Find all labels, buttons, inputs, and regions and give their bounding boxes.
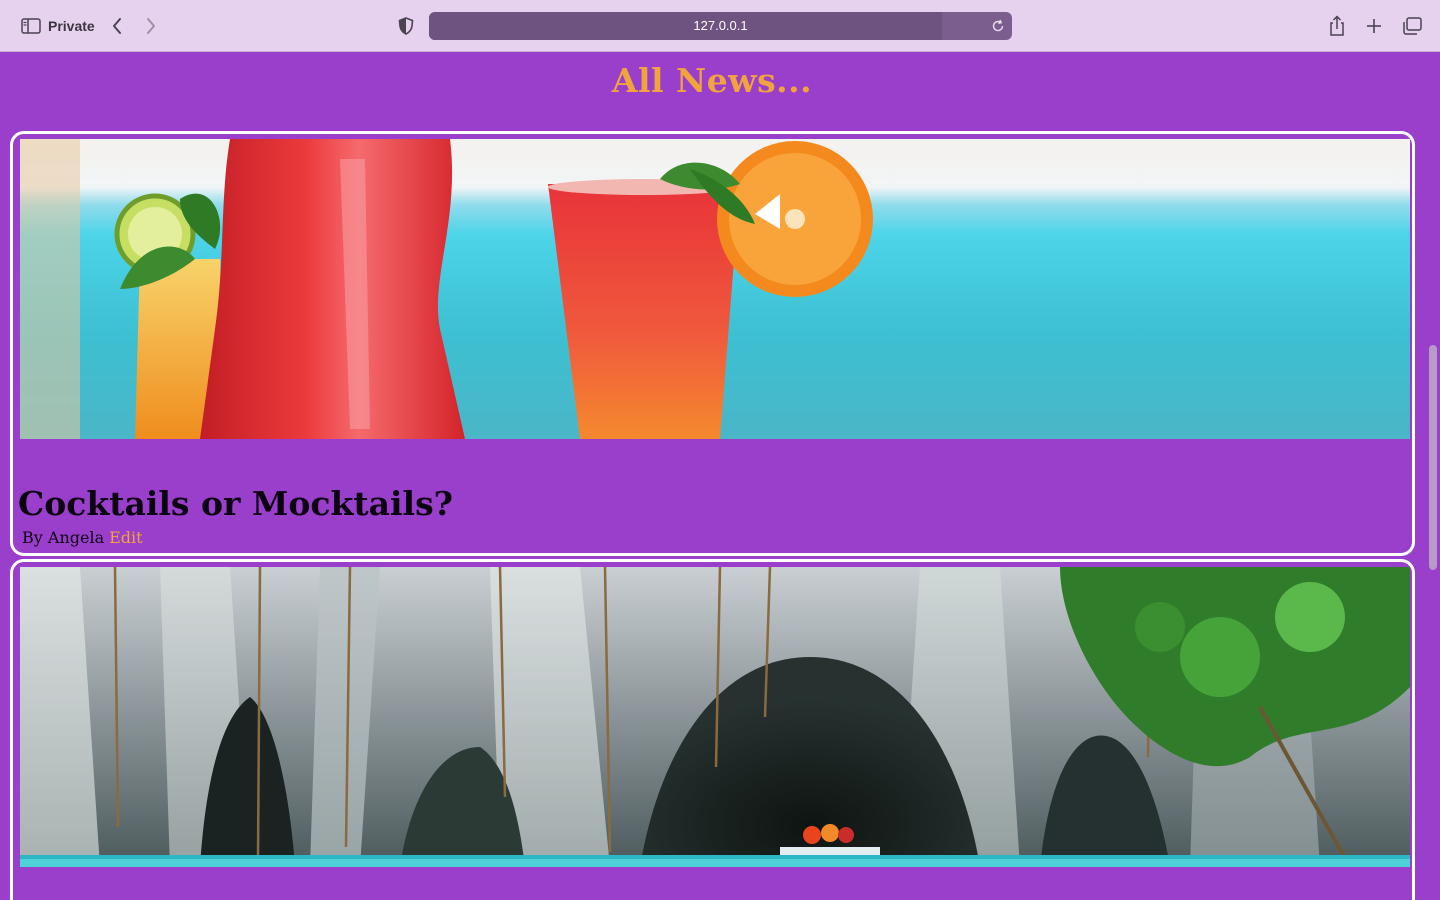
new-tab-button[interactable] <box>1362 13 1386 39</box>
reload-icon <box>992 19 1004 32</box>
reload-button[interactable] <box>988 16 1008 36</box>
post-byline: By Angela Edit <box>22 528 143 547</box>
back-button[interactable] <box>106 14 128 38</box>
privacy-shield-icon <box>398 17 414 35</box>
forward-button[interactable] <box>140 14 162 38</box>
post-author: By Angela <box>22 528 105 547</box>
page-content: All News... Cocktails or Mocktails? By A… <box>0 53 1440 900</box>
cocktails-beach-image <box>20 139 1410 439</box>
url-text: 127.0.0.1 <box>693 18 748 33</box>
address-bar[interactable]: 127.0.0.1 <box>429 12 1012 40</box>
news-card: Cocktails or Mocktails? By Angela Edit <box>10 131 1415 556</box>
scrollbar-thumb[interactable] <box>1429 345 1437 570</box>
post-title[interactable]: Cocktails or Mocktails? <box>18 484 453 523</box>
browser-toolbar: Private 127.0.0.1 <box>0 0 1440 52</box>
page-scrollbar[interactable] <box>1426 53 1440 900</box>
share-icon <box>1330 15 1344 36</box>
privacy-report-button[interactable] <box>395 14 417 38</box>
private-mode-label: Private <box>48 18 95 34</box>
chevron-left-icon <box>113 18 121 34</box>
tab-overview-button[interactable] <box>1400 13 1424 39</box>
sidebar-icon <box>21 18 41 34</box>
sea-cave-image <box>20 567 1410 867</box>
page-title: All News... <box>611 61 813 100</box>
plus-icon <box>1367 19 1381 33</box>
chevron-right-icon <box>147 18 155 34</box>
edit-post-link[interactable]: Edit <box>109 528 142 547</box>
share-button[interactable] <box>1326 13 1348 39</box>
sidebar-toggle-button[interactable] <box>18 14 44 38</box>
tab-overview-icon <box>1403 17 1422 35</box>
news-card <box>10 559 1415 900</box>
